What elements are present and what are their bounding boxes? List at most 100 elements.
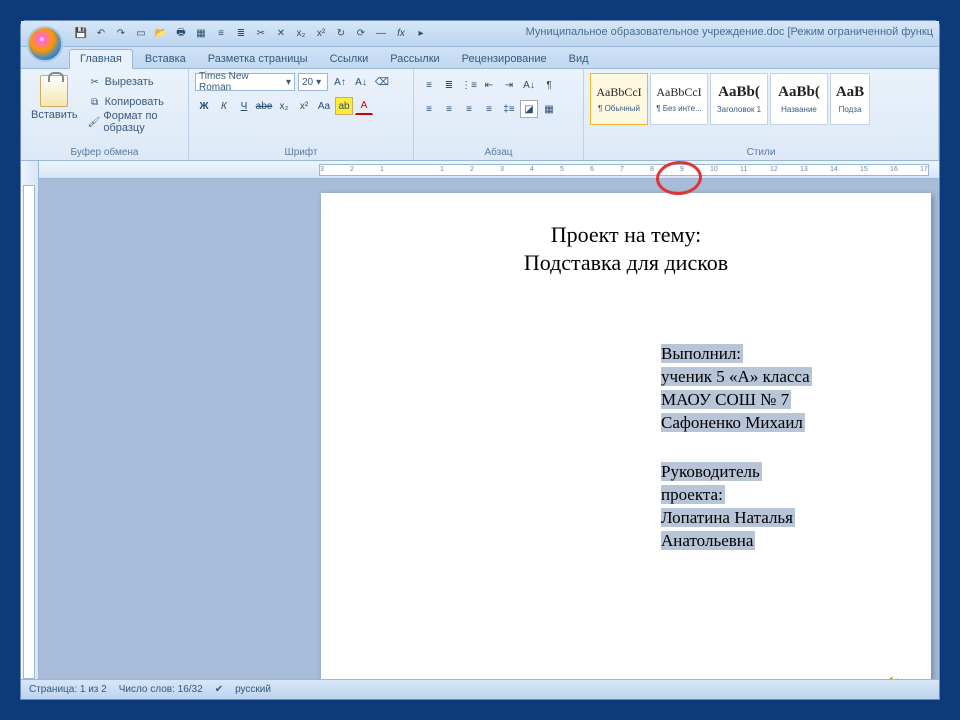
numbering-button[interactable]: ≣ [440, 76, 458, 94]
indent-button[interactable]: ⇥ [500, 76, 518, 94]
bold-button[interactable]: Ж [195, 97, 213, 115]
cut-button[interactable]: ✂ Вырезать [88, 73, 182, 91]
scissors-icon: ✂ [88, 75, 102, 89]
align-left-button[interactable]: ≡ [420, 100, 438, 118]
tab-review[interactable]: Рецензирование [452, 50, 557, 68]
title-bar: 💾 ↶ ↷ ▭ 📂 🖶 ▦ ≡ ≣ ✂ ✕ x₂ x² ↻ ⟳ — fx ▸ М… [21, 21, 939, 47]
style-no-spacing[interactable]: AaBbCcI ¶ Без инте... [650, 73, 708, 125]
justify-button[interactable]: ≡ [480, 100, 498, 118]
vertical-ruler[interactable] [21, 161, 39, 679]
format-label: Формат по образцу [103, 110, 182, 134]
copy-label: Копировать [105, 96, 164, 108]
doc-title-line1: Проект на тему: [369, 221, 883, 249]
supervisor-block: Руководитель проекта: Лопатина Наталья А… [661, 461, 795, 553]
sup-line2: проекта: [661, 485, 725, 504]
shading-button[interactable]: ◪ [520, 100, 538, 118]
shrink-font-button[interactable]: A↓ [352, 73, 370, 91]
strike-button[interactable]: abe [255, 97, 273, 115]
sort-button[interactable]: A↓ [520, 76, 538, 94]
highlight-button[interactable]: ab [335, 97, 353, 115]
underline-button[interactable]: Ч [235, 97, 253, 115]
qat-table-icon[interactable]: ▦ [193, 26, 209, 42]
group-styles: AaBbCcI ¶ Обычный AaBbCcI ¶ Без инте... … [584, 69, 939, 160]
format-painter-button[interactable]: 🖌 Формат по образцу [88, 113, 182, 131]
tab-view[interactable]: Вид [559, 50, 599, 68]
align-center-button[interactable]: ≡ [440, 100, 458, 118]
speaker-icon[interactable] [881, 673, 903, 679]
tab-references[interactable]: Ссылки [320, 50, 379, 68]
sup-line1: Руководитель [661, 462, 762, 481]
tab-insert[interactable]: Вставка [135, 50, 196, 68]
qat-undo-icon[interactable]: ↶ [93, 26, 109, 42]
quick-access-toolbar: 💾 ↶ ↷ ▭ 📂 🖶 ▦ ≡ ≣ ✂ ✕ x₂ x² ↻ ⟳ — fx ▸ [73, 26, 429, 42]
page[interactable]: Проект на тему: Подставка для дисков Вып… [321, 193, 931, 679]
font-name-select[interactable]: Times New Roman▾ [195, 73, 295, 91]
sup-line3: Лопатина Наталья [661, 508, 795, 527]
bullets-button[interactable]: ≡ [420, 76, 438, 94]
qat-play-icon[interactable]: ▸ [413, 26, 429, 42]
font-name-value: Times New Roman [199, 71, 283, 93]
paste-button[interactable]: Вставить [27, 73, 82, 131]
qat-redo-icon[interactable]: ↷ [113, 26, 129, 42]
clear-format-button[interactable]: ⌫ [373, 73, 391, 91]
status-lang[interactable]: русский [235, 684, 271, 695]
document-area: ∟ 3211234567891011121314151617 Проект на… [21, 161, 939, 679]
qat-close-icon[interactable]: ✕ [273, 26, 289, 42]
qat-sup-icon[interactable]: x² [313, 26, 329, 42]
subscript-button[interactable]: x₂ [275, 97, 293, 115]
style-title[interactable]: AaBb( Название [770, 73, 828, 125]
cut-label: Вырезать [105, 76, 154, 88]
group-paragraph-label: Абзац [420, 145, 577, 158]
style-heading1[interactable]: AaBb( Заголовок 1 [710, 73, 768, 125]
ribbon: Вставить ✂ Вырезать ⧉ Копировать 🖌 Форма… [21, 69, 939, 161]
author-line3: МАОУ СОШ № 7 [661, 390, 791, 409]
qat-open-icon[interactable]: 📂 [153, 26, 169, 42]
group-clipboard: Вставить ✂ Вырезать ⧉ Копировать 🖌 Форма… [21, 69, 189, 160]
status-proof-icon[interactable]: ✔ [215, 684, 223, 695]
qat-refresh-icon[interactable]: ⟳ [353, 26, 369, 42]
qat-redo2-icon[interactable]: ↻ [333, 26, 349, 42]
group-font-label: Шрифт [195, 145, 407, 158]
horizontal-ruler[interactable]: 3211234567891011121314151617 [39, 161, 939, 179]
author-block: Выполнил: ученик 5 «А» класса МАОУ СОШ №… [661, 343, 812, 435]
qat-fx-icon[interactable]: fx [393, 26, 409, 42]
style-subtitle[interactable]: AaB Подза [830, 73, 870, 125]
font-color-button[interactable]: A [355, 97, 373, 115]
qat-list-icon[interactable]: ≣ [233, 26, 249, 42]
font-size-select[interactable]: 20▾ [298, 73, 328, 91]
document-canvas[interactable]: Проект на тему: Подставка для дисков Вып… [39, 179, 939, 679]
italic-button[interactable]: К [215, 97, 233, 115]
outdent-button[interactable]: ⇤ [480, 76, 498, 94]
tab-home[interactable]: Главная [69, 49, 133, 69]
grow-font-button[interactable]: A↑ [331, 73, 349, 91]
qat-save-icon[interactable]: 💾 [73, 26, 89, 42]
office-button[interactable] [27, 26, 63, 62]
qat-print-icon[interactable]: 🖶 [173, 26, 189, 42]
status-bar: Страница: 1 из 2 Число слов: 16/32 ✔ рус… [21, 679, 939, 699]
borders-button[interactable]: ▦ [540, 100, 558, 118]
status-page[interactable]: Страница: 1 из 2 [29, 684, 107, 695]
qat-minus-icon[interactable]: — [373, 26, 389, 42]
group-paragraph: ≡ ≣ ⋮≡ ⇤ ⇥ A↓ ¶ ≡ ≡ ≡ ≡ ‡≡ ◪ ▦ [414, 69, 584, 160]
multilevel-button[interactable]: ⋮≡ [460, 76, 478, 94]
align-right-button[interactable]: ≡ [460, 100, 478, 118]
tab-page-layout[interactable]: Разметка страницы [198, 50, 318, 68]
show-marks-button[interactable]: ¶ [540, 76, 558, 94]
tab-mailings[interactable]: Рассылки [380, 50, 449, 68]
qat-cut-icon[interactable]: ✂ [253, 26, 269, 42]
line-spacing-button[interactable]: ‡≡ [500, 100, 518, 118]
qat-align-icon[interactable]: ≡ [213, 26, 229, 42]
group-clipboard-label: Буфер обмена [27, 145, 182, 158]
status-words[interactable]: Число слов: 16/32 [119, 684, 203, 695]
word-window: 💾 ↶ ↷ ▭ 📂 🖶 ▦ ≡ ≣ ✂ ✕ x₂ x² ↻ ⟳ — fx ▸ М… [20, 20, 940, 700]
copy-button[interactable]: ⧉ Копировать [88, 93, 182, 111]
change-case-button[interactable]: Aa [315, 97, 333, 115]
qat-new-icon[interactable]: ▭ [133, 26, 149, 42]
author-line1: Выполнил: [661, 344, 743, 363]
window-title: Муниципальное образовательное учреждение… [526, 26, 933, 38]
superscript-button[interactable]: x² [295, 97, 313, 115]
qat-sub-icon[interactable]: x₂ [293, 26, 309, 42]
clipboard-icon [40, 75, 68, 107]
style-normal[interactable]: AaBbCcI ¶ Обычный [590, 73, 648, 125]
paste-label: Вставить [31, 109, 78, 121]
